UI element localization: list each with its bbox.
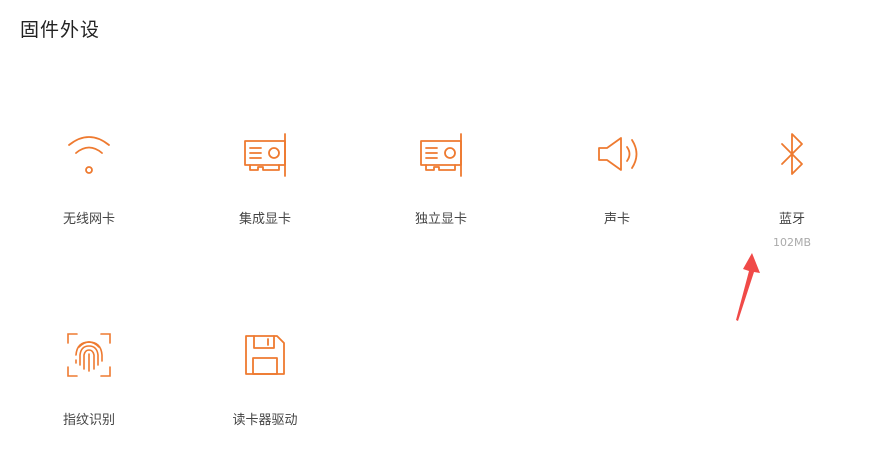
device-integrated-graphics[interactable]: 集成显卡 (200, 130, 330, 270)
device-bluetooth[interactable]: 蓝牙 102MB (727, 130, 857, 270)
device-size: 102MB (772, 236, 812, 249)
device-label: 声卡 (603, 212, 630, 227)
device-label: 独立显卡 (414, 212, 467, 227)
device-sound-card[interactable]: 声卡 (552, 130, 682, 270)
speaker-icon (593, 130, 641, 178)
device-card-reader[interactable]: 读卡器驱动 (200, 331, 330, 451)
page-title: 固件外设 (20, 19, 101, 41)
firmware-peripherals-page: 固件外设 无线网卡 集成显卡 独立显卡 声卡 蓝牙 102MB 指纹识别 读卡器… (0, 0, 883, 451)
bluetooth-icon (768, 130, 816, 178)
device-label: 读卡器驱动 (232, 413, 298, 428)
device-discrete-graphics[interactable]: 独立显卡 (376, 130, 506, 270)
fingerprint-icon (65, 331, 113, 379)
graphics-card-icon (241, 130, 289, 178)
device-wireless-card[interactable]: 无线网卡 (24, 130, 154, 270)
floppy-disk-icon (241, 331, 289, 379)
device-label: 指纹识别 (62, 413, 115, 428)
device-label: 无线网卡 (62, 212, 115, 227)
device-label: 蓝牙 (778, 212, 805, 227)
graphics-card-icon (417, 130, 465, 178)
device-label: 集成显卡 (238, 212, 291, 227)
device-fingerprint[interactable]: 指纹识别 (24, 331, 154, 451)
wifi-icon (65, 130, 113, 178)
